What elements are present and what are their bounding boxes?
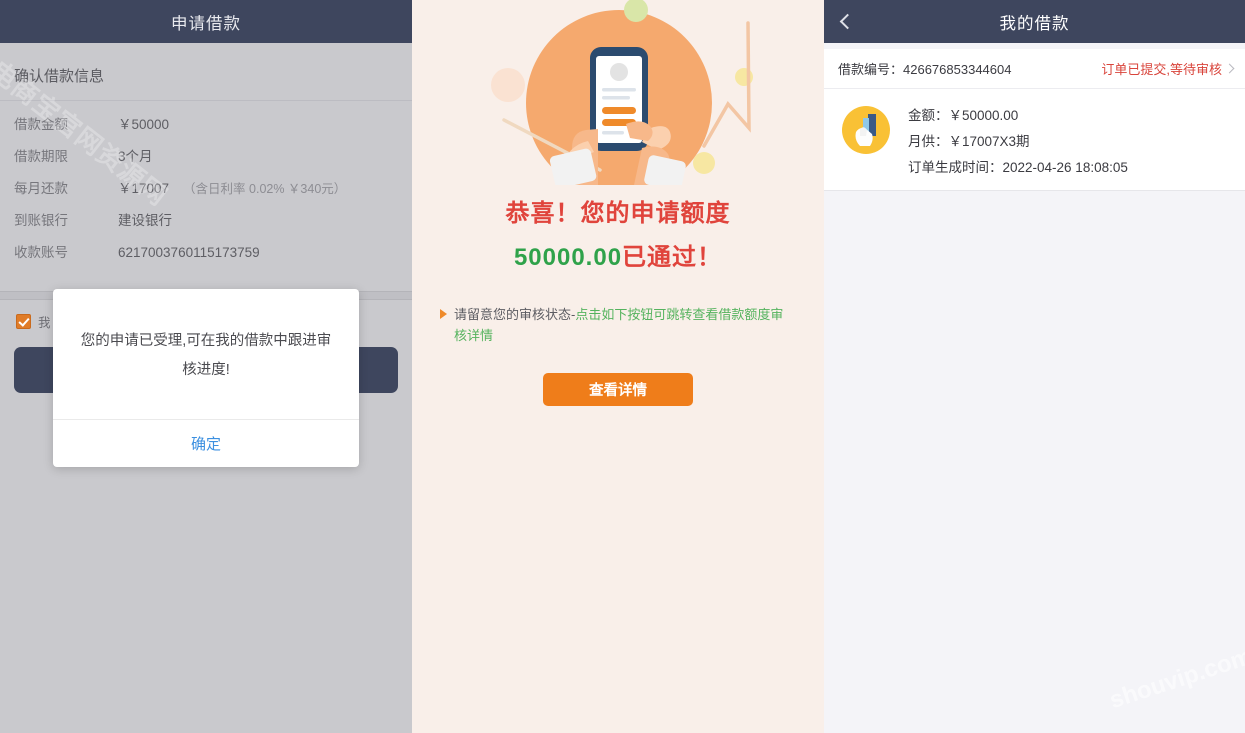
note-dark-text: 请留意您的审核状态- [454,307,576,322]
approved-amount: 50000.00 [513,244,623,271]
order-status-badge[interactable]: 订单已提交,等待审核 [1101,59,1235,78]
loan-avatar-icon [838,102,894,158]
loan-application-panel: 申请借款 确认借款信息 借款金额 ￥50000 借款期限 3个月 每月还款 ￥1… [0,0,412,733]
congrats-rest: 您的申请额度 [580,200,731,227]
order-number-value: 426676853344604 [903,62,1012,77]
phone-hand-illustration [412,0,824,185]
congrats-headline: 恭喜！您的申请额度 [412,193,824,228]
loan-order-details: 金额：￥50000.00 月供：￥17007X3期 订单生成时间：2022-04… [908,102,1128,176]
loan-amount-line: 金额：￥50000.00 [908,108,1019,123]
status-text: 订单已提交,等待审核 [1101,62,1222,77]
order-number-row[interactable]: 借款编号：426676853344604 订单已提交,等待审核 [824,49,1245,89]
view-detail-button[interactable]: 查看详情 [543,373,693,406]
order-number-label: 借款编号： [838,62,904,77]
loan-order-card[interactable]: 金额：￥50000.00 月供：￥17007X3期 订单生成时间：2022-04… [824,89,1245,191]
deco-circle-peach [491,68,525,102]
confirmation-dialog: 您的申请已受理,可在我的借款中跟进审核进度! 确定 [53,289,359,467]
loan-monthly-line: 月供：￥17007X3期 [908,134,1030,149]
right-panel-header: 我的借款 [824,0,1245,43]
right-header-title: 我的借款 [999,14,1070,33]
congrats-prefix: 恭喜！ [505,200,581,227]
chevron-right-icon [1224,63,1235,74]
dialog-overlay: 您的申请已受理,可在我的借款中跟进审核进度! 确定 [0,0,412,733]
approval-result-panel: 恭喜！您的申请额度 50000.00已通过！ 请留意您的审核状态-点击如下按钮可… [412,0,824,733]
order-number: 借款编号：426676853344604 [838,59,1011,78]
deco-circle-yellow [693,152,715,174]
watermark-right: shouvip.com [1106,642,1245,715]
dialog-message: 您的申请已受理,可在我的借款中跟进审核进度! [80,333,332,378]
loan-time-line: 订单生成时间：2022-04-26 18:08:05 [908,160,1128,175]
approved-suffix: 已通过！ [622,244,723,271]
triangle-bullet-icon [440,309,447,319]
dialog-confirm-button[interactable]: 确定 [53,419,359,467]
app-screen: 申请借款 确认借款信息 借款金额 ￥50000 借款期限 3个月 每月还款 ￥1… [0,0,1245,733]
my-loans-panel: 我的借款 借款编号：426676853344604 订单已提交,等待审核 金额：… [824,0,1245,733]
status-note: 请留意您的审核状态-点击如下按钮可跳转查看借款额度审核详情 [440,304,794,346]
approved-amount-line: 50000.00已通过！ [412,237,824,272]
